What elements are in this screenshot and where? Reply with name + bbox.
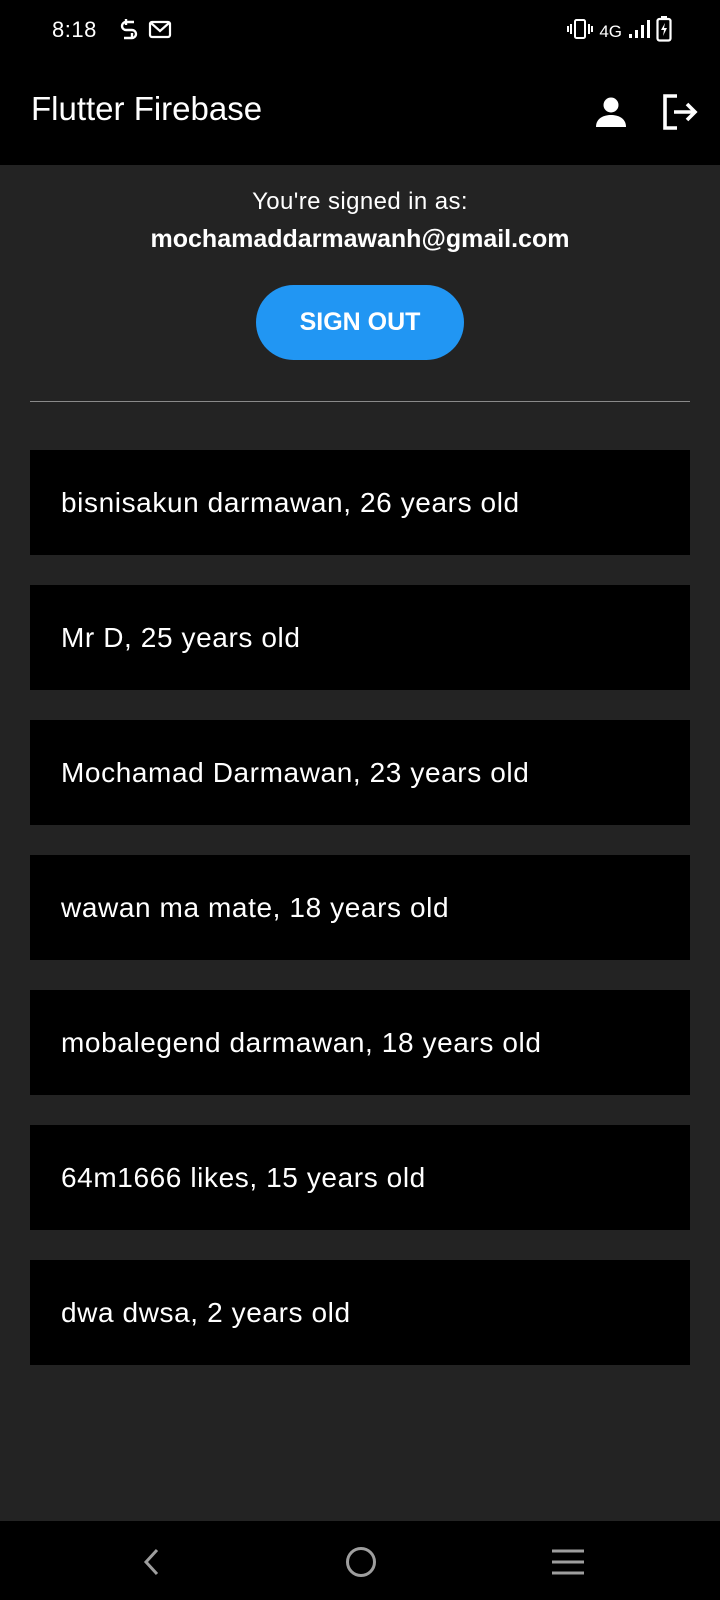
- list-item[interactable]: Mochamad Darmawan, 23 years old: [30, 720, 690, 825]
- list-item[interactable]: dwa dwsa, 2 years old: [30, 1260, 690, 1365]
- profile-button[interactable]: [587, 88, 635, 136]
- gmail-icon: [148, 19, 172, 44]
- battery-charging-icon: [656, 16, 672, 47]
- app-bar: Flutter Firebase: [0, 60, 720, 165]
- status-right-icons: 4G: [567, 16, 672, 47]
- person-icon: [596, 97, 626, 127]
- sign-out-button[interactable]: SIGN OUT: [256, 285, 464, 360]
- signal-icon: [628, 19, 650, 44]
- status-left-icons: [120, 18, 172, 45]
- app-title: Flutter Firebase: [31, 90, 263, 127]
- divider: [30, 401, 690, 402]
- user-email: mochamaddarmawanh@gmail.com: [150, 225, 570, 253]
- status-time: 8:18: [52, 17, 97, 42]
- recents-icon: [552, 1549, 584, 1575]
- navigation-bar: [0, 1521, 720, 1600]
- back-button[interactable]: [128, 1537, 178, 1587]
- list-item[interactable]: mobalegend darmawan, 18 years old: [30, 990, 690, 1095]
- logout-button[interactable]: [656, 88, 704, 136]
- home-icon: [346, 1547, 376, 1577]
- back-icon: [143, 1548, 159, 1576]
- logout-icon: [663, 94, 698, 130]
- recents-button[interactable]: [543, 1537, 593, 1587]
- home-button[interactable]: [336, 1537, 386, 1587]
- app-screen: 8:18 4G Flutter Firebase You're signed i…: [0, 0, 720, 1600]
- network-type: 4G: [599, 21, 622, 41]
- list-item[interactable]: 64m1666 likes, 15 years old: [30, 1125, 690, 1230]
- status-bar: 8:18 4G: [0, 0, 720, 60]
- vibrate-icon: [567, 18, 594, 45]
- user-list: bisnisakun darmawan, 26 years old Mr D, …: [30, 450, 690, 1395]
- list-item[interactable]: wawan ma mate, 18 years old: [30, 855, 690, 960]
- signed-in-label: You're signed in as:: [252, 188, 468, 215]
- sync-icon: [120, 18, 138, 45]
- list-item[interactable]: bisnisakun darmawan, 26 years old: [30, 450, 690, 555]
- list-item[interactable]: Mr D, 25 years old: [30, 585, 690, 690]
